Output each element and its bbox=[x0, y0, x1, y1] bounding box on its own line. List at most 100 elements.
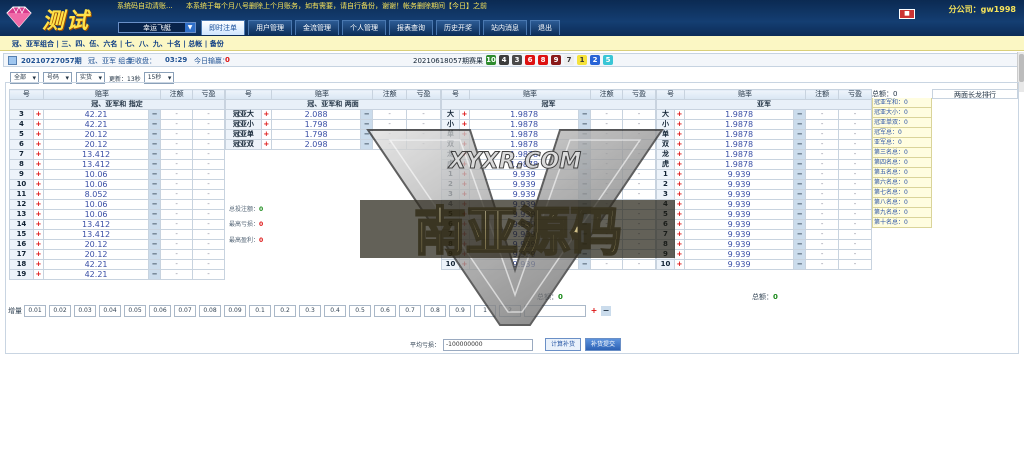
submit-replenish-button[interactable]: 补货提交 bbox=[585, 338, 622, 351]
nav-tab-6[interactable]: 站内消息 bbox=[483, 20, 527, 35]
increment-button[interactable]: 0.06 bbox=[149, 305, 171, 317]
minus-icon[interactable]: − bbox=[793, 229, 807, 240]
plus-icon[interactable]: + bbox=[673, 209, 685, 220]
increment-button[interactable]: 0.05 bbox=[124, 305, 146, 317]
increment-button[interactable]: 0.02 bbox=[49, 305, 71, 317]
plus-icon[interactable]: + bbox=[458, 199, 470, 210]
plus-icon[interactable]: + bbox=[673, 249, 685, 260]
plus-icon[interactable]: + bbox=[260, 119, 272, 130]
plus-icon[interactable]: + bbox=[32, 159, 44, 170]
increment-button[interactable]: 0.01 bbox=[24, 305, 46, 317]
plus-icon[interactable]: + bbox=[673, 229, 685, 240]
plus-icon[interactable]: + bbox=[260, 139, 272, 150]
increment-button[interactable]: 0.09 bbox=[224, 305, 246, 317]
increment-button[interactable]: 0.07 bbox=[174, 305, 196, 317]
minus-icon[interactable]: − bbox=[578, 139, 592, 150]
increment-button[interactable]: 0.04 bbox=[99, 305, 121, 317]
plus-icon[interactable]: + bbox=[673, 119, 685, 130]
minus-icon[interactable]: − bbox=[793, 209, 807, 220]
minus-icon[interactable]: − bbox=[793, 159, 807, 170]
plus-icon[interactable]: + bbox=[458, 249, 470, 260]
plus-icon[interactable]: + bbox=[32, 249, 44, 260]
plus-icon[interactable]: + bbox=[673, 259, 685, 270]
minus-icon[interactable]: − bbox=[148, 179, 162, 190]
plus-icon[interactable]: + bbox=[32, 129, 44, 140]
plus-icon[interactable]: + bbox=[32, 209, 44, 220]
minus-icon[interactable]: − bbox=[793, 179, 807, 190]
plus-icon[interactable]: + bbox=[458, 239, 470, 250]
minus-icon[interactable]: − bbox=[578, 149, 592, 160]
minus-icon[interactable]: − bbox=[148, 229, 162, 240]
increment-button[interactable]: 2 bbox=[499, 305, 521, 317]
increment-button[interactable]: 0.2 bbox=[274, 305, 296, 317]
plus-icon[interactable]: + bbox=[260, 129, 272, 140]
minus-icon[interactable]: − bbox=[148, 219, 162, 230]
minus-icon[interactable]: − bbox=[578, 249, 592, 260]
minus-icon[interactable]: − bbox=[578, 109, 592, 120]
plus-icon[interactable]: + bbox=[673, 159, 685, 170]
nav-tab-3[interactable]: 个人管理 bbox=[342, 20, 386, 35]
minus-icon[interactable]: − bbox=[793, 259, 807, 270]
minus-icon[interactable]: − bbox=[148, 209, 162, 220]
minus-icon[interactable]: − bbox=[793, 149, 807, 160]
sub-nav-links[interactable]: 冠、亚军组合 | 三、四、伍、六名 | 七、八、九、十名 | 总帐 | 备份 bbox=[12, 39, 224, 49]
calc-replenish-button[interactable]: 计算补货 bbox=[545, 338, 582, 351]
plus-icon[interactable]: + bbox=[32, 239, 44, 250]
plus-icon[interactable]: + bbox=[458, 129, 470, 140]
average-loss-input[interactable]: -100000000 bbox=[443, 338, 534, 351]
minus-icon[interactable]: − bbox=[578, 189, 592, 200]
minus-icon[interactable]: − bbox=[148, 189, 162, 200]
minus-icon[interactable]: − bbox=[578, 119, 592, 130]
nav-tab-0[interactable]: 即时注单 bbox=[201, 20, 245, 35]
nav-tab-5[interactable]: 历史开奖 bbox=[436, 20, 480, 35]
minus-icon[interactable]: − bbox=[578, 239, 592, 250]
plus-icon[interactable]: + bbox=[673, 139, 685, 150]
lottery-select[interactable]: 幸运飞艇 ▼ bbox=[118, 22, 196, 33]
minus-icon[interactable]: − bbox=[793, 249, 807, 260]
plus-icon[interactable]: + bbox=[32, 229, 44, 240]
minus-icon[interactable]: − bbox=[793, 189, 807, 200]
minus-icon[interactable]: − bbox=[578, 159, 592, 170]
plus-icon[interactable]: + bbox=[32, 259, 44, 270]
minus-icon[interactable]: − bbox=[148, 239, 162, 250]
minus-icon[interactable]: − bbox=[148, 109, 162, 120]
minus-icon[interactable]: − bbox=[148, 159, 162, 170]
nav-tab-2[interactable]: 金流管理 bbox=[295, 20, 339, 35]
plus-icon[interactable]: + bbox=[673, 129, 685, 140]
increment-button[interactable]: 0.3 bbox=[299, 305, 321, 317]
plus-icon[interactable]: + bbox=[458, 109, 470, 120]
minus-icon[interactable]: − bbox=[578, 229, 592, 240]
plus-icon[interactable]: + bbox=[458, 229, 470, 240]
plus-icon[interactable]: + bbox=[32, 149, 44, 160]
plus-icon[interactable]: + bbox=[32, 179, 44, 190]
minus-icon[interactable]: − bbox=[793, 239, 807, 250]
minus-icon[interactable]: − bbox=[578, 129, 592, 140]
nav-tab-1[interactable]: 用户管理 bbox=[248, 20, 292, 35]
increment-button[interactable]: 0.5 bbox=[349, 305, 371, 317]
plus-icon[interactable]: + bbox=[32, 189, 44, 200]
minus-icon[interactable]: − bbox=[601, 306, 611, 316]
minus-icon[interactable]: − bbox=[148, 249, 162, 260]
increment-button[interactable]: 0.1 bbox=[249, 305, 271, 317]
minus-icon[interactable]: − bbox=[578, 179, 592, 190]
increment-button[interactable]: 0.9 bbox=[449, 305, 471, 317]
minus-icon[interactable]: − bbox=[578, 209, 592, 220]
plus-icon[interactable]: + bbox=[32, 199, 44, 210]
minus-icon[interactable]: − bbox=[793, 169, 807, 180]
scrollbar-thumb[interactable] bbox=[1019, 54, 1024, 82]
plus-icon[interactable]: + bbox=[32, 169, 44, 180]
minus-icon[interactable]: − bbox=[578, 169, 592, 180]
flag-icon[interactable]: ■ bbox=[899, 9, 915, 19]
minus-icon[interactable]: − bbox=[148, 139, 162, 150]
plus-icon[interactable]: + bbox=[458, 209, 470, 220]
plus-icon[interactable]: + bbox=[458, 159, 470, 170]
increment-button[interactable]: 1 bbox=[474, 305, 496, 317]
minus-icon[interactable]: − bbox=[578, 259, 592, 270]
plus-icon[interactable]: + bbox=[458, 259, 470, 270]
plus-icon[interactable]: + bbox=[458, 219, 470, 230]
increment-button[interactable]: 0.4 bbox=[324, 305, 346, 317]
minus-icon[interactable]: − bbox=[148, 269, 162, 280]
plus-icon[interactable]: + bbox=[673, 189, 685, 200]
plus-icon[interactable]: + bbox=[32, 139, 44, 150]
minus-icon[interactable]: − bbox=[793, 119, 807, 130]
